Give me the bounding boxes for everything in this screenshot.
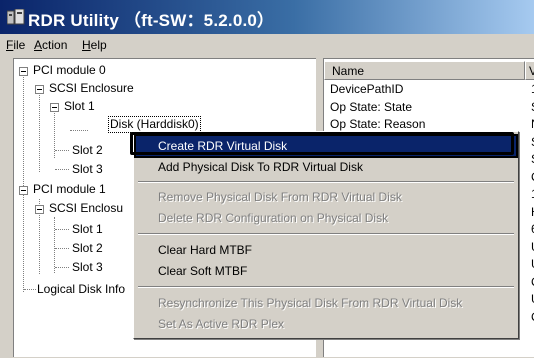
- context-menu: Create RDR Virtual Disk Add Physical Dis…: [133, 131, 519, 339]
- tree-guide-line: [55, 150, 69, 151]
- tree-item-slot-2b[interactable]: Slot 2: [72, 239, 103, 257]
- tree-guide-line: [70, 130, 88, 131]
- tree-item-slot-3b[interactable]: Slot 3: [72, 258, 103, 276]
- menu-help-label: elp: [90, 38, 107, 52]
- tree-item-slot-1[interactable]: Slot 1: [64, 97, 95, 115]
- tree-guide-line: [55, 169, 69, 170]
- menu-item-set-active-plex: Set As Active RDR Plex: [158, 317, 285, 331]
- menu-item-create-rdr-virtual-disk[interactable]: Create RDR Virtual Disk: [134, 134, 518, 158]
- column-header-name[interactable]: Name: [324, 61, 525, 80]
- menu-separator: [138, 181, 514, 183]
- tree-guide-line: [55, 267, 69, 268]
- tree-item-slot-2[interactable]: Slot 2: [72, 141, 103, 159]
- menu-separator: [138, 233, 514, 235]
- title-bar[interactable]: RDR Utility （ft-SW：5.2.0.0）: [0, 0, 534, 34]
- tree-item-scsi-enclosure[interactable]: SCSI Enclosure: [49, 79, 134, 97]
- menu-separator: [138, 286, 514, 288]
- collapse-icon[interactable]: [19, 186, 28, 195]
- application-window: RDR Utility （ft-SW：5.2.0.0） File Action …: [0, 0, 534, 358]
- collapse-icon[interactable]: [35, 205, 44, 214]
- tree-guide-line: [39, 90, 40, 172]
- window-title: RDR Utility （ft-SW：5.2.0.0）: [28, 11, 275, 30]
- tree-guide-line: [24, 289, 36, 290]
- tree-item-logical-disk-info[interactable]: Logical Disk Info: [37, 280, 125, 298]
- menu-file[interactable]: File: [6, 38, 25, 52]
- menu-help[interactable]: Help: [82, 38, 107, 52]
- tree-guide-line: [55, 229, 69, 230]
- menu-file-label: ile: [13, 38, 26, 52]
- menu-item-clear-soft-mtbf[interactable]: Clear Soft MTBF: [136, 261, 516, 281]
- menu-item-remove-physical-disk: Remove Physical Disk From RDR Virtual Di…: [158, 190, 402, 204]
- tree-guide-line: [55, 248, 69, 249]
- menu-item-delete-rdr-configuration: Delete RDR Configuration on Physical Dis…: [158, 211, 389, 225]
- column-header-value[interactable]: V: [525, 61, 534, 80]
- list-row-name[interactable]: Op State: State: [330, 99, 412, 116]
- collapse-icon[interactable]: [35, 85, 44, 94]
- menu-item-add-physical-disk[interactable]: Add Physical Disk To RDR Virtual Disk: [136, 157, 516, 177]
- tree-item-pci-module-0[interactable]: PCI module 0: [33, 61, 106, 79]
- app-icon: [7, 9, 25, 25]
- collapse-icon[interactable]: [19, 67, 28, 76]
- tree-guide-line: [23, 72, 24, 292]
- menu-item-resynchronize: Resynchronize This Physical Disk From RD…: [158, 296, 463, 310]
- menu-action-accel: A: [34, 38, 43, 52]
- menu-action-label: ction: [42, 38, 68, 52]
- collapse-icon[interactable]: [50, 103, 59, 112]
- tree-guide-line: [54, 217, 55, 273]
- list-row-name[interactable]: DevicePathID: [330, 81, 403, 98]
- menu-bar: File Action Help: [0, 34, 534, 56]
- tree-item-scsi-enclosure-2[interactable]: SCSI Enclosu: [49, 199, 123, 217]
- tree-item-slot-1b[interactable]: Slot 1: [72, 220, 103, 238]
- tree-item-slot-3[interactable]: Slot 3: [72, 160, 103, 178]
- menu-action[interactable]: Action: [34, 38, 67, 52]
- menu-item-clear-hard-mtbf[interactable]: Clear Hard MTBF: [136, 240, 516, 260]
- tree-item-pci-module-1[interactable]: PCI module 1: [33, 180, 106, 198]
- menu-help-accel: H: [82, 38, 91, 52]
